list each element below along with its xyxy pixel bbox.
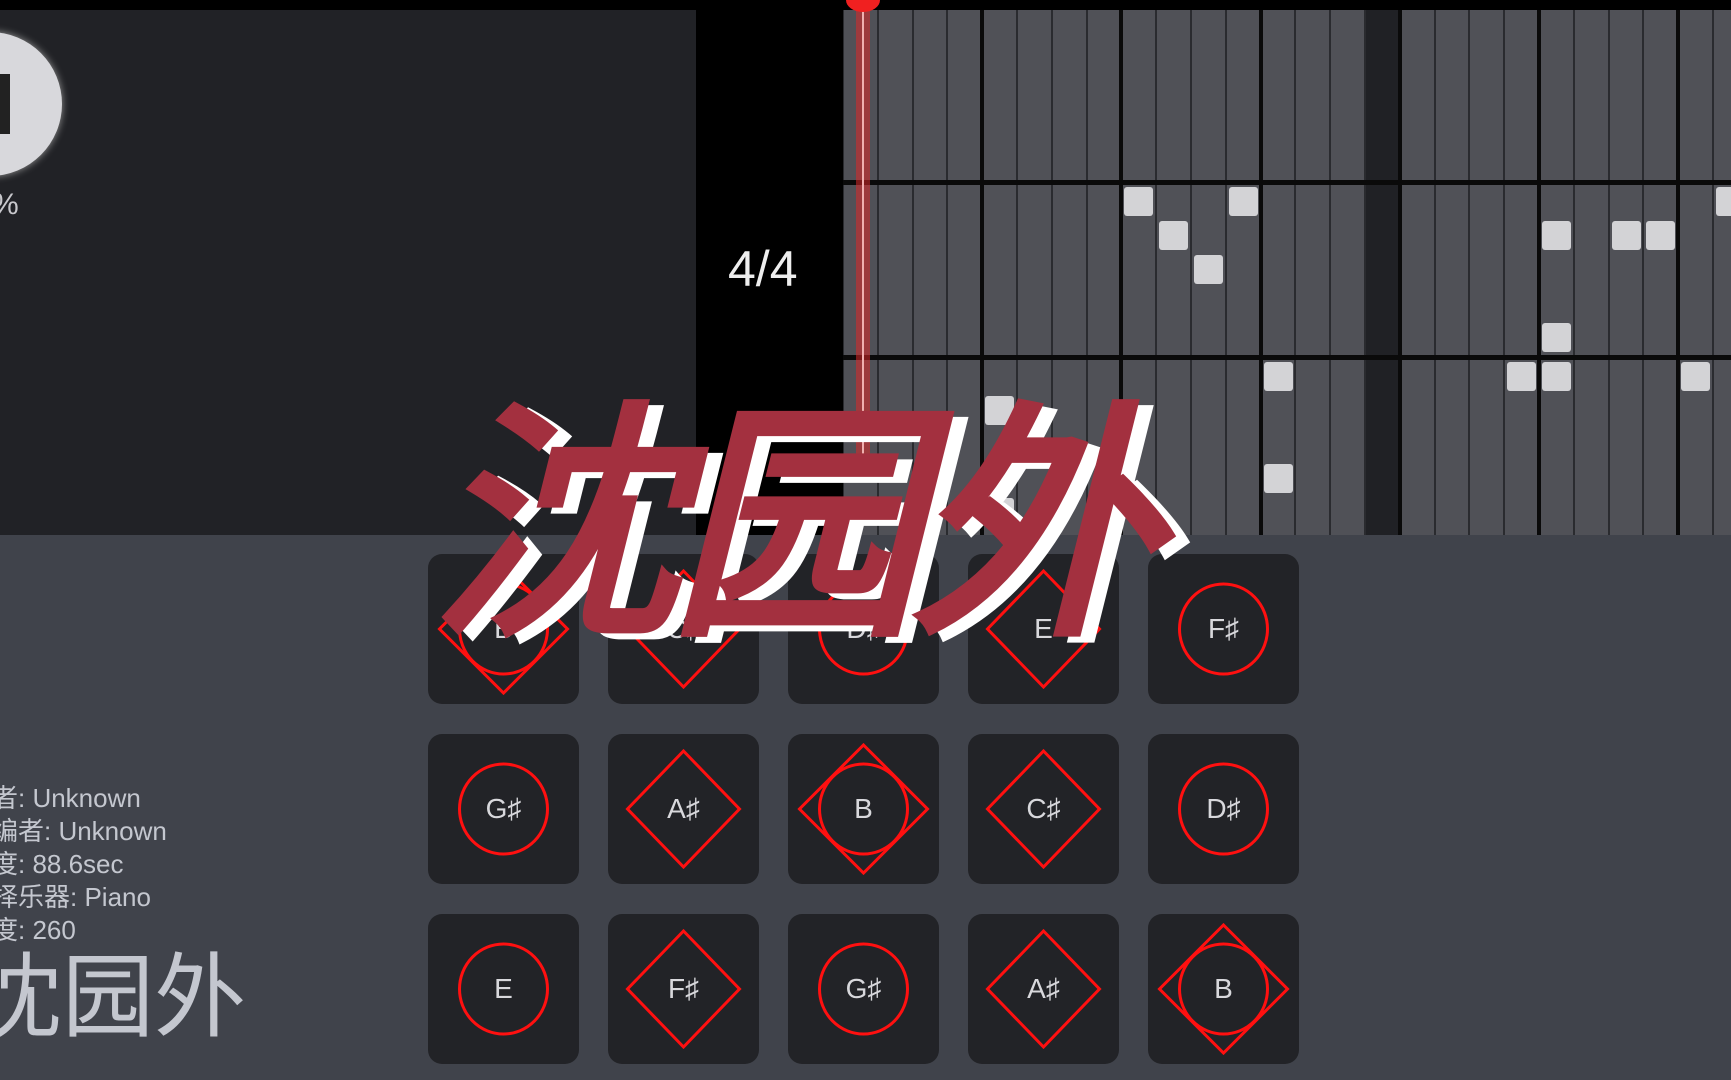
info-instrument: 择乐器: Piano <box>0 882 151 912</box>
roll-column <box>1156 10 1191 535</box>
note-block[interactable] <box>1716 187 1731 216</box>
roll-column <box>1643 10 1679 535</box>
note-block[interactable] <box>1194 255 1223 284</box>
roll-column <box>1539 10 1574 535</box>
note-pad[interactable]: B <box>1148 914 1299 1064</box>
roll-column <box>1260 10 1296 535</box>
stop-icon <box>0 74 10 134</box>
note-block[interactable] <box>1159 221 1189 250</box>
progress-text: % <box>0 188 19 222</box>
info-author: 者: Unknown <box>0 783 141 813</box>
roll-column <box>1573 10 1609 535</box>
pad-label: A♯ <box>1027 973 1060 1004</box>
stop-button[interactable] <box>0 32 62 176</box>
beat-line <box>1258 10 1263 535</box>
song-info: 者: Unknown 编者: Unknown 度: 88.6sec 择乐器: P… <box>0 782 167 947</box>
beat-line <box>1397 10 1402 535</box>
song-title: 沈园外 <box>0 947 247 1049</box>
pad-label: E <box>494 973 513 1004</box>
roll-column <box>1713 10 1731 535</box>
roll-column <box>1295 10 1331 535</box>
roll-column <box>1225 10 1261 535</box>
pad-label: C♯ <box>1026 793 1061 824</box>
note-pad[interactable]: C♯ <box>968 734 1119 884</box>
info-arranger: 编者: Unknown <box>0 816 167 846</box>
note-pad[interactable]: A♯ <box>608 734 759 884</box>
note-block[interactable] <box>1542 362 1571 391</box>
pad-label: G♯ <box>485 793 522 824</box>
roll-column <box>1469 10 1505 535</box>
beat-line <box>1537 10 1541 535</box>
time-signature: 4/4 <box>728 241 798 297</box>
roll-column <box>1608 10 1644 535</box>
note-block[interactable] <box>1507 362 1537 391</box>
overlay-title: 沈园外 <box>430 378 1160 672</box>
roll-column <box>1434 10 1470 535</box>
note-block[interactable] <box>1124 187 1154 216</box>
note-pad[interactable]: G♯ <box>428 734 579 884</box>
note-pad[interactable]: E <box>428 914 579 1064</box>
note-block[interactable] <box>1646 221 1676 250</box>
pad-label: D♯ <box>1206 793 1241 824</box>
note-block[interactable] <box>1228 187 1258 216</box>
pad-label: F♯ <box>1207 613 1240 644</box>
row-divider <box>843 180 1731 185</box>
note-block[interactable] <box>1542 221 1571 250</box>
roll-column <box>1504 10 1539 535</box>
note-block[interactable] <box>1263 464 1293 493</box>
note-pad[interactable]: F♯ <box>1148 554 1299 704</box>
roll-column <box>1365 10 1400 535</box>
note-block[interactable] <box>1542 323 1571 352</box>
note-block[interactable] <box>1263 362 1293 391</box>
info-speed: 度: 260 <box>0 915 76 945</box>
note-pad[interactable]: B <box>788 734 939 884</box>
note-pad[interactable]: F♯ <box>608 914 759 1064</box>
row-divider <box>843 355 1731 360</box>
note-block[interactable] <box>1611 221 1641 250</box>
pad-label: G♯ <box>845 973 882 1004</box>
pad-label: F♯ <box>667 973 700 1004</box>
info-length: 度: 88.6sec <box>0 849 124 879</box>
note-block[interactable] <box>1681 362 1711 391</box>
pad-label: A♯ <box>667 793 700 824</box>
note-pad[interactable]: D♯ <box>1148 734 1299 884</box>
note-pad[interactable]: A♯ <box>968 914 1119 1064</box>
roll-column <box>1330 10 1365 535</box>
roll-column <box>1678 10 1713 535</box>
pad-label: B <box>854 793 873 824</box>
pad-label: B <box>1214 973 1233 1004</box>
note-pad[interactable]: G♯ <box>788 914 939 1064</box>
beat-line <box>1676 10 1681 535</box>
roll-column <box>1399 10 1435 535</box>
